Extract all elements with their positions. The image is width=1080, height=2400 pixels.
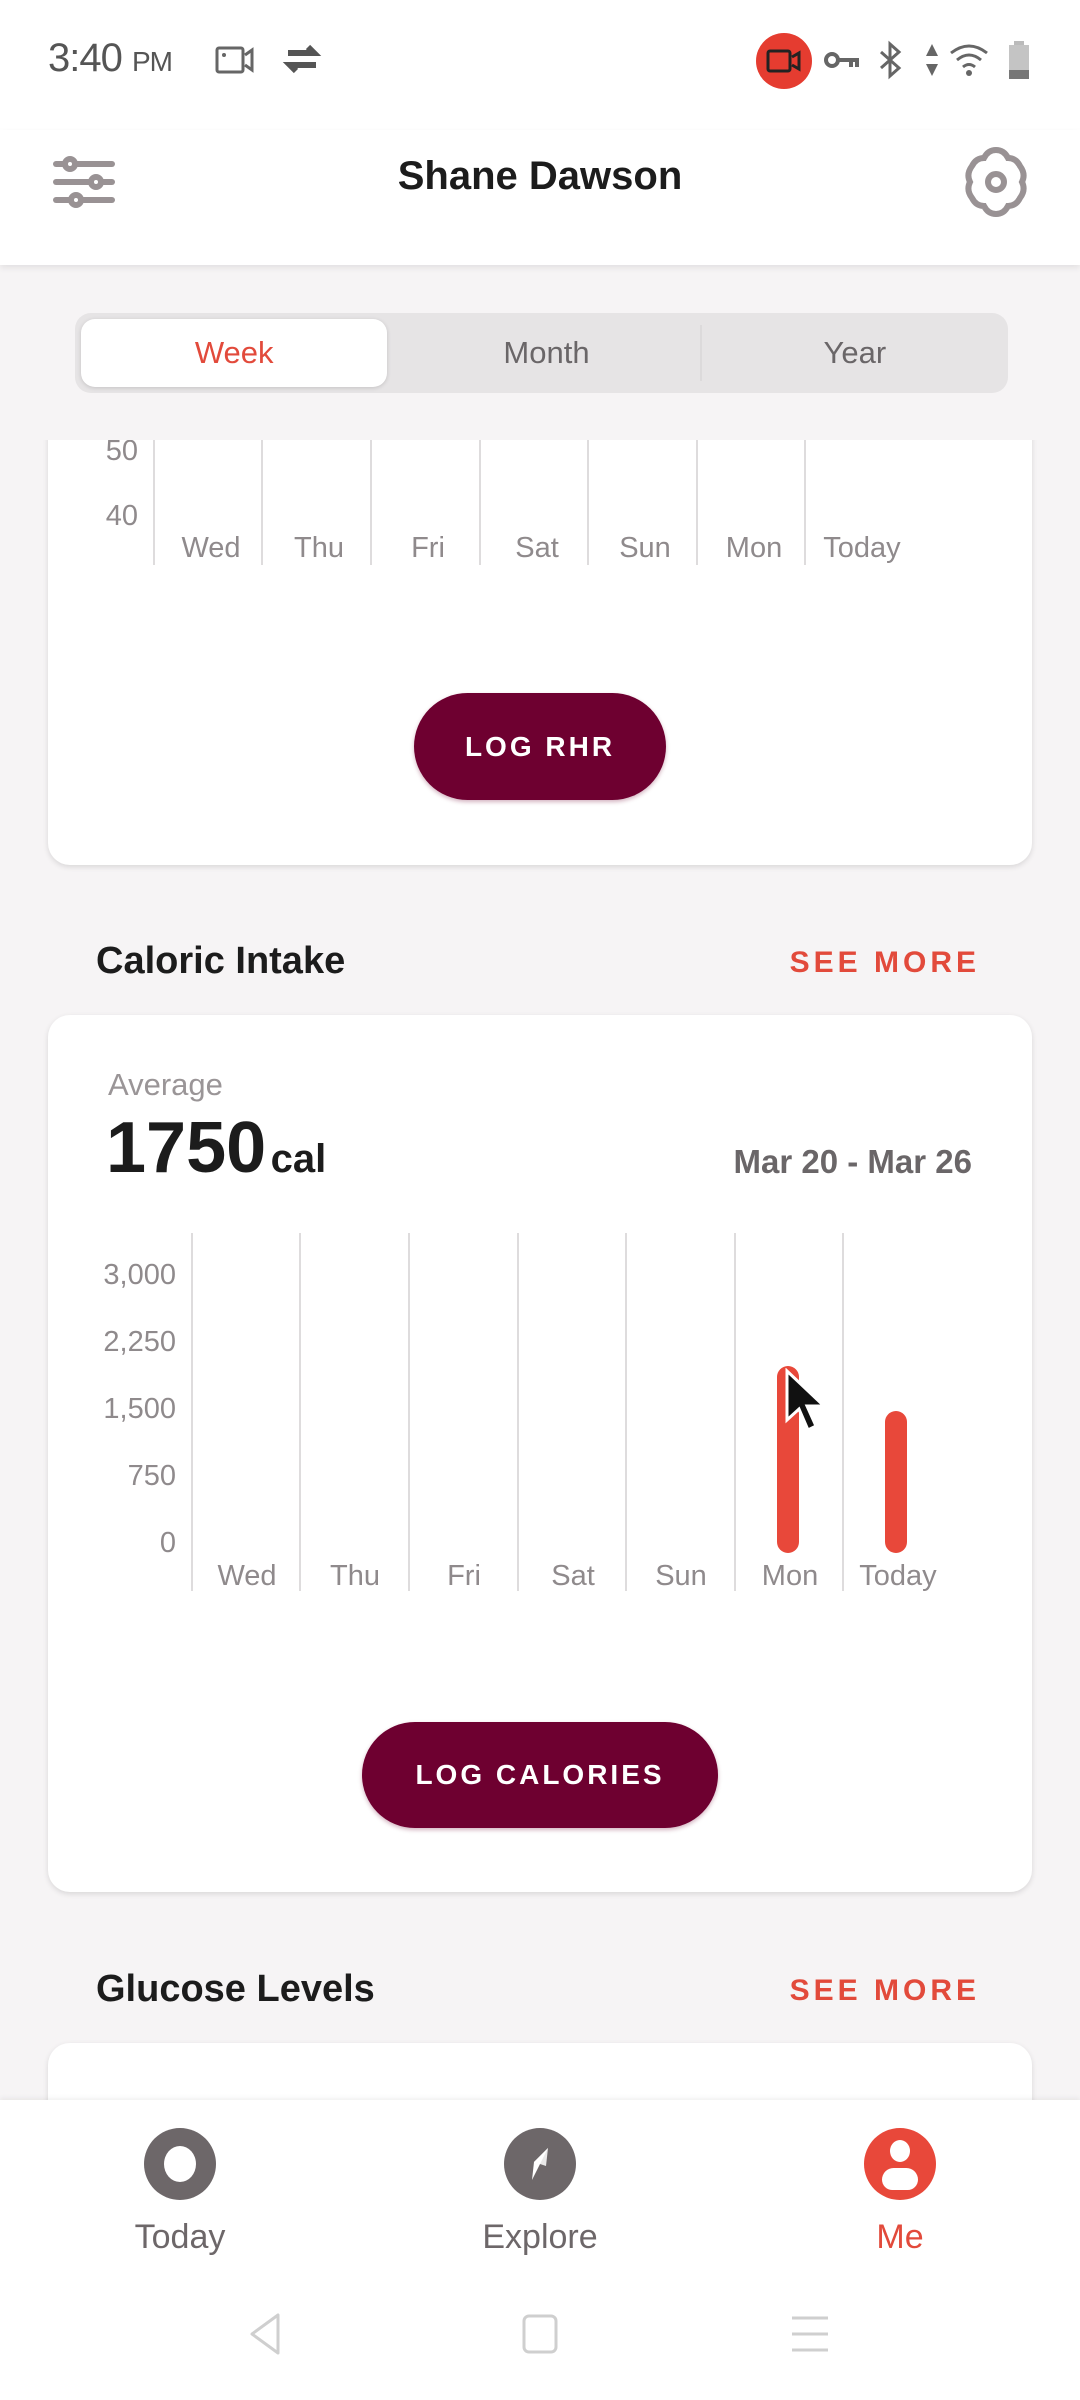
wifi-icon: [948, 40, 990, 80]
glucose-see-more-link[interactable]: SEE MORE: [790, 1974, 980, 2008]
rhr-gridline: [696, 440, 698, 565]
system-home-icon[interactable]: [522, 2314, 558, 2359]
y-tick-label: 0: [159, 1527, 176, 1559]
screen-record-icon: [213, 40, 257, 80]
system-menu-icon[interactable]: [790, 2314, 830, 2359]
data-arrows-icon: [920, 40, 944, 80]
x-tick-label: Sun: [655, 1560, 707, 1592]
tab-year[interactable]: Year: [702, 313, 1008, 393]
tab-month[interactable]: Month: [393, 313, 699, 393]
x-tick-label: Today: [859, 1560, 937, 1592]
sync-icon: [280, 40, 324, 80]
rhr-day-label: Thu: [294, 532, 344, 564]
battery-icon: [1005, 40, 1033, 80]
caloric-intake-card: Average 1750 cal Mar 20 - Mar 26 0 750 1,5…: [48, 1015, 1032, 1892]
nav-item-today[interactable]: Today: [60, 2128, 300, 2257]
rhr-day-label: Fri: [411, 532, 445, 564]
mouse-cursor-icon: [784, 1367, 832, 1439]
caloric-intake-title: Caloric Intake: [96, 940, 346, 982]
settings-gear-icon[interactable]: [960, 144, 1032, 220]
x-tick-label: Mon: [761, 1560, 819, 1592]
x-gridline: [299, 1233, 301, 1591]
y-tick-label: 750: [127, 1460, 176, 1492]
x-gridline: [408, 1233, 410, 1591]
x-gridline: [842, 1233, 844, 1591]
x-gridline: [625, 1233, 627, 1591]
period-selector-bar: Week Month Year: [0, 265, 1080, 440]
x-tick-label: Sat: [551, 1560, 595, 1592]
rhr-day-label: Wed: [181, 532, 241, 564]
nav-label-today: Today: [134, 2218, 226, 2256]
status-bar: 3:40 PM: [0, 0, 1080, 130]
caloric-see-more-link[interactable]: SEE MORE: [790, 946, 980, 980]
vpn-key-icon: [822, 40, 862, 80]
nav-label-explore: Explore: [482, 2218, 598, 2256]
glucose-levels-title: Glucose Levels: [96, 1968, 375, 2010]
y-tick-label: 2,250: [103, 1326, 176, 1358]
calorie-bar-today[interactable]: [885, 1411, 907, 1553]
bluetooth-icon: [872, 40, 908, 80]
today-ring-icon: [144, 2128, 216, 2200]
y-tick-label: 3,000: [103, 1259, 176, 1291]
rhr-gridline: [587, 440, 589, 565]
page-title: Shane Dawson: [397, 154, 683, 198]
rhr-day-label: Sun: [619, 532, 671, 564]
nav-item-me[interactable]: Me: [780, 2128, 1020, 2257]
x-gridline: [517, 1233, 519, 1591]
log-calories-button[interactable]: LOG CALORIES: [362, 1722, 718, 1828]
rhr-y-tick: 40: [105, 500, 138, 532]
bottom-navigation: Today Explore Me: [0, 2100, 1080, 2400]
profile-icon: [864, 2128, 936, 2200]
rhr-gridline: [153, 440, 155, 565]
x-tick-label: Fri: [447, 1560, 481, 1592]
status-time: 3:40 PM: [48, 36, 173, 80]
x-gridline: [191, 1233, 193, 1591]
rhr-gridline: [261, 440, 263, 565]
nav-item-explore[interactable]: Explore: [420, 2128, 660, 2257]
rhr-day-label: Today: [823, 532, 901, 564]
x-tick-label: Wed: [217, 1560, 277, 1592]
recording-badge-icon: [756, 33, 812, 89]
system-back-icon[interactable]: [248, 2312, 284, 2361]
tab-week[interactable]: Week: [81, 319, 388, 387]
compass-icon: [504, 2128, 576, 2200]
y-tick-label: 1,500: [103, 1393, 176, 1425]
period-segmented-control: Week Month Year: [75, 313, 1008, 393]
rhr-gridline: [370, 440, 372, 565]
app-header: Shane Dawson: [0, 130, 1080, 265]
x-tick-label: Thu: [330, 1560, 380, 1592]
rhr-day-label: Mon: [725, 532, 783, 564]
rhr-day-label: Sat: [515, 532, 559, 564]
log-rhr-button[interactable]: LOG RHR: [414, 693, 666, 800]
x-gridline: [734, 1233, 736, 1591]
rhr-gridline: [804, 440, 806, 565]
rhr-gridline: [479, 440, 481, 565]
nav-label-me: Me: [876, 2218, 924, 2256]
